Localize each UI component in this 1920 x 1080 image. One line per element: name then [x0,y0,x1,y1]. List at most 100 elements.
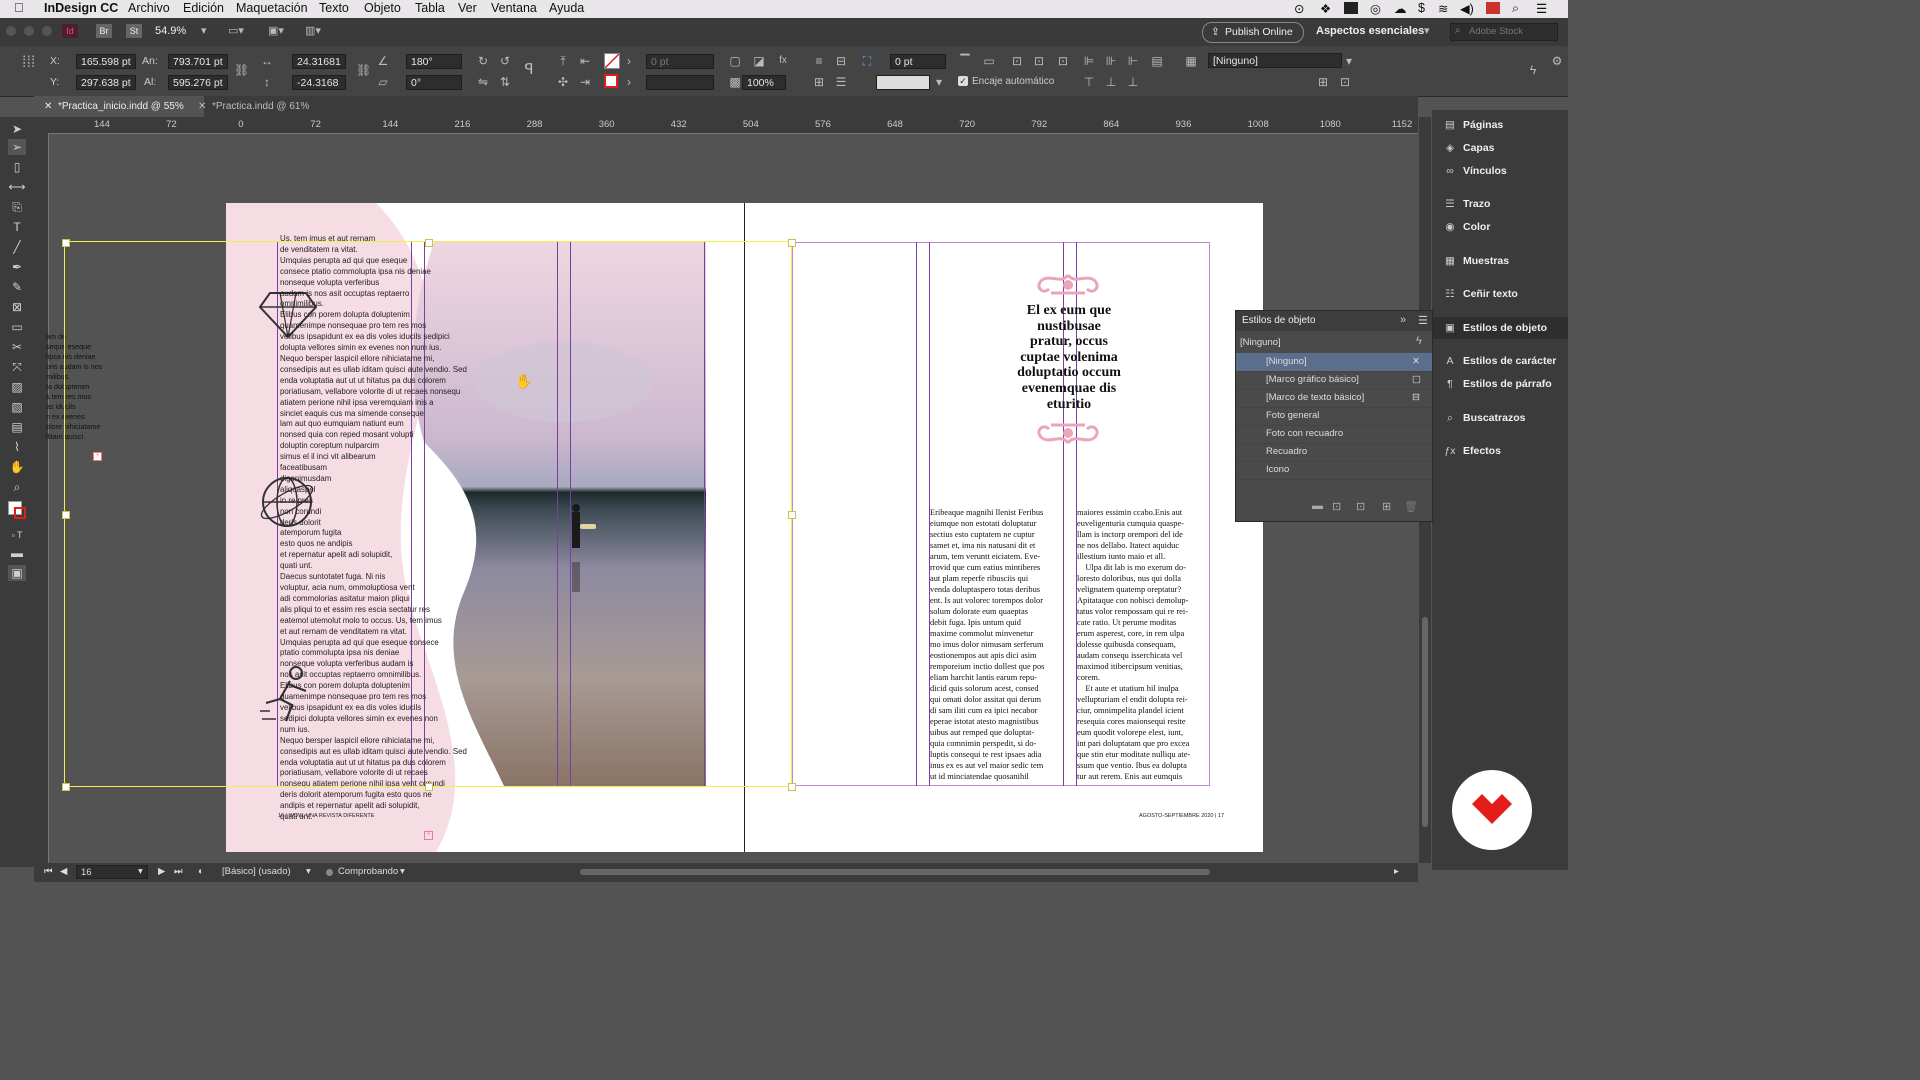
text-wrap-jump-icon[interactable]: ☰ [834,75,848,89]
direction-icon[interactable]: ꟼ [522,62,536,77]
handle-ml[interactable] [62,511,70,519]
rotate-cw-icon[interactable]: ↻ [476,54,490,68]
y-field[interactable]: 297.638 pt [76,75,136,90]
x-field[interactable]: 165.598 pt [76,54,136,69]
select-content-icon[interactable]: ✣ [556,75,570,89]
stroke-chevron-icon[interactable]: › [622,75,636,89]
master-chevron-icon[interactable]: ▾ [306,866,311,877]
object-style-chevron-icon[interactable]: ▾ [1342,54,1356,68]
clear-attr-icon[interactable]: ⊡ [1338,75,1352,89]
stroke-style-field[interactable] [876,75,930,90]
minimize-window-icon[interactable] [24,26,34,36]
opacity-field[interactable]: 100% [742,75,786,90]
align-v-centers-icon[interactable]: ⊥ [1104,75,1118,89]
clear-overrides-icon[interactable]: ⊡ [1332,500,1341,513]
clear-overrides-icon[interactable]: ⊞ [1316,75,1330,89]
select-next-icon[interactable]: ⇥ [578,75,592,89]
overset-marker-icon[interactable]: + [93,452,102,461]
record-icon[interactable]: ⊙ [1294,1,1304,16]
style-row-foto-recuadro[interactable]: Foto con recuadro [1236,425,1432,444]
article-title[interactable]: El ex eum que nustibusae pratur, occus c… [981,303,1157,412]
publish-online-button[interactable]: ⇪ Publish Online [1202,22,1304,43]
note-tool-icon[interactable]: ▤ [8,419,26,435]
page-chevron-icon[interactable]: ▾ [138,866,143,877]
left-page-text-frame[interactable]: Us, tem imus et aut rernam de venditatem … [280,234,480,823]
align-left-edges-icon[interactable]: ⊫ [1082,54,1096,68]
handle-bc[interactable] [425,783,433,791]
rotate-ccw-icon[interactable]: ↺ [498,54,512,68]
rotate-field[interactable]: 180° [406,54,462,69]
handle-br[interactable] [788,783,796,791]
tab-practica[interactable]: ✕ *Practica.indd @ 61% [188,96,348,117]
page-tool-icon[interactable]: ▯ [8,159,26,175]
eyedropper-tool-icon[interactable]: ⌇ [8,439,26,455]
next-page-icon[interactable]: ▶ [158,866,165,877]
dock-character-styles[interactable]: A Estilos de carácter [1432,350,1568,372]
align-top-edges-icon[interactable]: ⊤ [1082,75,1096,89]
reference-point-icon[interactable]: ⁞⁞⁞ [22,54,35,72]
panel-menu-icon[interactable]: ☰ [1418,314,1428,327]
dollar-icon[interactable]: $ [1418,1,1425,15]
screen-mode-tool-icon[interactable]: ▣ [8,565,26,581]
close-window-icon[interactable] [6,26,16,36]
stroke-color-icon[interactable] [14,507,26,519]
close-tab-icon[interactable]: ✕ [44,101,52,112]
scroll-right-icon[interactable]: ▸ [1394,866,1399,877]
fill-swatch[interactable] [604,53,620,69]
stroke-weight-field[interactable]: 0 pt [646,54,714,69]
menu-ayuda[interactable]: Ayuda [549,1,584,15]
handle-tr[interactable] [788,239,796,247]
clear-non-defined-icon[interactable]: ⊡ [1356,500,1365,513]
line-tool-icon[interactable]: ╱ [8,239,26,255]
first-page-icon[interactable]: ⏮ [44,866,53,877]
align-to-icon[interactable]: ▤ [1150,54,1164,68]
text-wrap-none-icon[interactable]: ≡ [812,54,826,68]
style-row-foto-general[interactable]: Foto general [1236,407,1432,426]
stroke-style-chevron-icon[interactable]: ▾ [932,75,946,89]
close-tab-icon[interactable]: ✕ [198,101,206,112]
pasteboard-text[interactable]: am de seque eseque lipsa nis deniae ons aud… [46,332,106,442]
maximize-window-icon[interactable] [42,26,52,36]
menu-ver[interactable]: Ver [458,1,477,15]
style-row-ninguno[interactable]: [Ninguno] ✕ [1236,353,1432,372]
wifi-icon[interactable]: ≋ [1438,1,1448,16]
constrain-proportions-icon[interactable]: ⛓ [234,63,249,77]
rectangle-tool-icon[interactable]: ▭ [8,319,26,335]
drop-shadow-icon[interactable]: ◪ [752,54,766,68]
vertical-ruler[interactable] [34,133,49,863]
quick-apply-icon[interactable]: ϟ [1526,63,1540,77]
rectangle-frame-tool-icon[interactable]: ⊠ [8,299,26,315]
dock-swatches[interactable]: ▦ Muestras [1432,250,1568,272]
dock-links[interactable]: ∞ Vínculos [1432,160,1568,182]
panel-header[interactable]: Estilos de objeto » ☰ [1236,311,1432,331]
adobe-stock-search[interactable]: ⌕ Adobe Stock [1450,23,1558,41]
menu-tabla[interactable]: Tabla [415,1,445,15]
prev-page-icon[interactable]: ◀ [60,866,67,877]
menu-maquetacion[interactable]: Maquetación [236,1,308,15]
list-icon[interactable]: ☰ [1536,1,1547,16]
gradient-swatch-tool-icon[interactable]: ▨ [8,379,26,395]
flip-horizontal-icon[interactable]: ⇋ [476,75,490,89]
dock-find-font[interactable]: ⌕ Buscatrazos [1432,407,1568,429]
align-top-icon[interactable]: ▔ [958,54,972,68]
type-tool-icon[interactable]: T [8,219,26,235]
align-bottom-edges-icon[interactable]: ⊥ [1126,75,1140,89]
object-style-field[interactable]: [Ninguno] [1208,53,1342,68]
distribute-2-icon[interactable]: ⊡ [1032,54,1046,68]
right-page[interactable]: El ex eum que nustibusae pratur, occus c… [745,203,1263,852]
cloud-icon[interactable]: ☁ [1394,1,1407,16]
menu-edicion[interactable]: Edición [183,1,224,15]
dock-object-styles[interactable]: ▣ Estilos de objeto [1432,317,1568,339]
left-page[interactable]: Us, tem imus et aut rernam de venditatem … [226,203,744,852]
align-center-icon[interactable]: ▭ [982,54,996,68]
dock-color[interactable]: ◉ Color [1432,216,1568,238]
autofit-checkbox[interactable]: ✓ [958,76,968,86]
scale-y-field[interactable]: -24.3168 [292,75,346,90]
workspace-chevron-icon[interactable]: ▾ [1424,24,1430,37]
style-row-marco-grafico[interactable]: [Marco gráfico básico] ▢ [1236,371,1432,390]
new-style-icon[interactable]: ⊞ [1382,500,1391,513]
arrange-documents-icon[interactable]: ▥▾ [305,24,321,37]
last-page-icon[interactable]: ⏭ [174,866,183,877]
pencil-tool-icon[interactable]: ✎ [8,279,26,295]
constrain-scale-icon[interactable]: ⛓ [356,63,371,77]
